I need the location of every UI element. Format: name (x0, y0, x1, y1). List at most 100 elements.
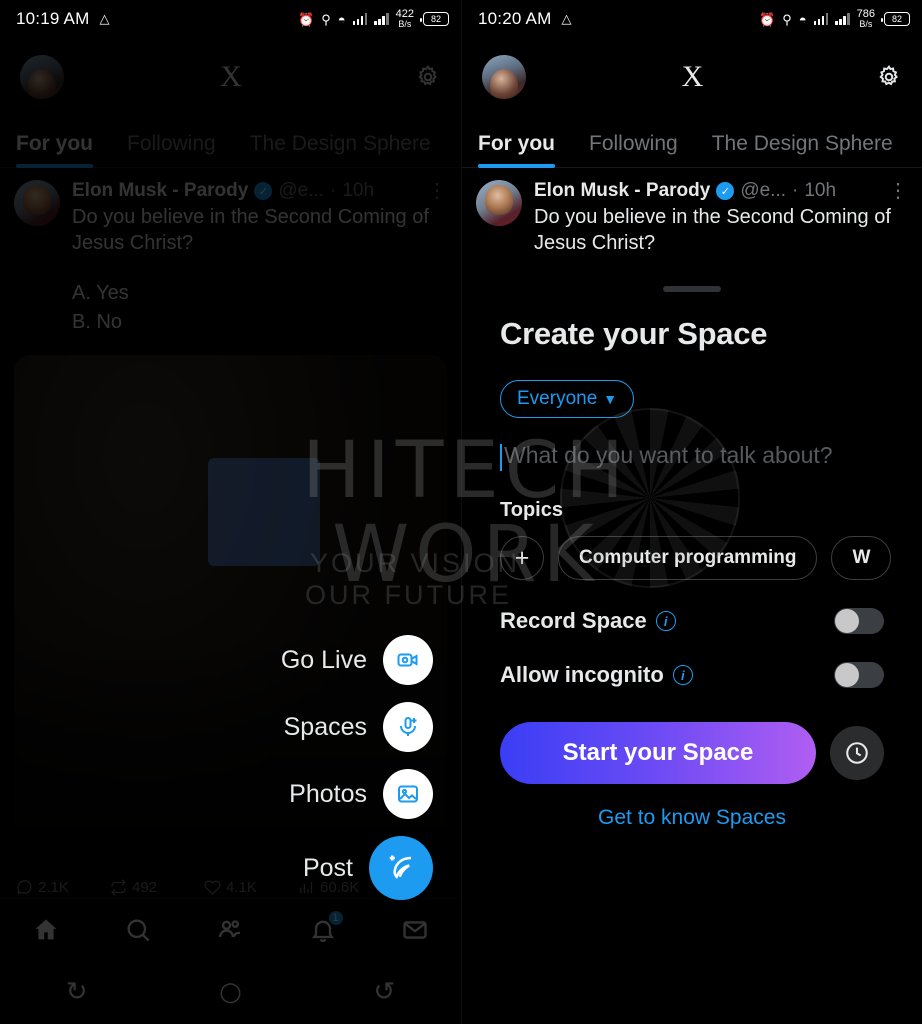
nav-messages[interactable] (395, 913, 435, 947)
fab-spaces[interactable]: Spaces (284, 702, 433, 752)
tweet-poll-options: A. Yes B. No (72, 281, 129, 333)
status-icons-right: ⏰ ⚲ ◓ 786 B/s 82 (759, 9, 910, 29)
status-time: 10:19 AM (16, 9, 90, 28)
sheet-drag-handle[interactable] (663, 286, 721, 292)
avatar[interactable] (20, 55, 64, 99)
app-header: X (0, 38, 461, 116)
get-to-know-spaces-link[interactable]: Get to know Spaces (500, 806, 884, 830)
space-name-placeholder: What do you want to talk about? (504, 442, 833, 468)
nav-notifications[interactable]: 1 (303, 908, 345, 947)
fab-spaces-label: Spaces (283, 712, 367, 741)
setting-record-space: Record Space i (500, 608, 884, 635)
add-topic-button[interactable]: + (500, 536, 544, 581)
feed-tabs: For you Following The Design Sphere (0, 116, 461, 168)
x-logo-right: X (681, 60, 704, 93)
nav-home[interactable] (26, 913, 66, 947)
nav-communities[interactable] (210, 913, 250, 947)
fab-go-live[interactable]: Go Live (281, 635, 433, 685)
tweet-card[interactable]: Elon Musk - Parody ✓ @e... · 10h ⋮ Do yo… (0, 168, 461, 337)
battery-level-right: 82 (891, 14, 902, 24)
stat-replies-count: 2.1K (38, 878, 69, 896)
recents-icon[interactable]: ↻ (66, 979, 88, 1005)
nav-triangle-icon: △ (99, 11, 110, 26)
image-icon[interactable] (383, 769, 433, 819)
page-title: Create your Space (500, 316, 768, 351)
tweet-author-avatar-right[interactable] (476, 180, 522, 226)
tweet-text-right: Do you believe in the Second Coming of J… (534, 206, 891, 255)
signal-bars-sim1 (352, 13, 368, 25)
setting-allow-incognito-label: Allow incognito (500, 662, 664, 688)
battery-level: 82 (430, 14, 441, 24)
stat-likes-count: 4.1K (226, 878, 257, 896)
battery-indicator-right: 82 (881, 12, 910, 26)
app-header-right: X (462, 38, 922, 116)
stat-likes[interactable]: 4.1K (204, 879, 288, 896)
tweet-author-name[interactable]: Elon Musk - Parody (72, 180, 248, 202)
fab-go-live-label: Go Live (280, 645, 367, 674)
info-icon-record-space[interactable]: i (655, 611, 676, 632)
tweet-header-line-right: Elon Musk - Parody ✓ @e... · 10h ⋮ (534, 180, 908, 202)
status-icons: ⏰ ⚲ ◓ 422 B/s 82 (298, 9, 449, 29)
stat-replies[interactable]: 2.1K (16, 879, 100, 896)
setting-allow-incognito: Allow incognito i (500, 662, 884, 689)
toggle-knob (835, 609, 859, 634)
alarm-icon-right: ⏰ (759, 11, 776, 27)
gear-icon[interactable] (415, 64, 441, 90)
verified-badge-icon-right: ✓ (716, 182, 735, 200)
more-options-icon[interactable]: ⋮ (427, 181, 447, 201)
tab-the-design-sphere[interactable]: The Design Sphere (250, 132, 431, 167)
tweet-header-line: Elon Musk - Parody ✓ @e... · 10h ⋮ (72, 180, 447, 202)
chevron-down-icon: ▼ (603, 391, 618, 407)
text-caret (500, 444, 502, 471)
gear-icon-right[interactable] (876, 64, 902, 90)
tweet-timestamp-right: 10h (804, 180, 837, 201)
right-phone-panel: 10:20 AM △ ⏰ ⚲ ◓ 786 B/s 82 X For you Fo… (461, 0, 922, 1024)
fab-photos[interactable]: Photos (289, 769, 433, 819)
info-icon-allow-incognito[interactable]: i (672, 665, 693, 686)
stat-reposts[interactable]: 492 (110, 879, 194, 896)
tweet-body-right: Elon Musk - Parody ✓ @e... · 10h ⋮ Do yo… (534, 180, 908, 257)
tab-for-you[interactable]: For you (16, 132, 93, 168)
signal-bars-sim2-right (835, 13, 850, 25)
tab-the-design-sphere-right[interactable]: The Design Sphere (712, 132, 893, 167)
topics-label: Topics (500, 499, 563, 522)
tweet-author-handle: @e... (278, 180, 325, 201)
network-speed: 422 B/s (396, 9, 414, 29)
start-space-button[interactable]: Start your Space (500, 722, 816, 785)
tweet-author-avatar[interactable] (14, 180, 60, 226)
space-name-input[interactable]: What do you want to talk about? (500, 440, 884, 471)
topic-chip-computer-programming[interactable]: Computer programming (558, 536, 818, 581)
network-speed-unit-right: B/s (859, 19, 873, 29)
stat-reposts-count: 492 (132, 878, 158, 896)
tweet-author-name-right[interactable]: Elon Musk - Parody (534, 180, 710, 202)
audience-selector[interactable]: Everyone ▼ (500, 380, 635, 418)
topic-chip-partial[interactable]: W (831, 536, 892, 581)
tweet-author-handle-right: @e... (740, 180, 787, 201)
home-icon[interactable]: ○ (219, 979, 242, 1005)
signal-bars-sim2 (374, 13, 389, 25)
tweet-separator: · (330, 180, 337, 201)
back-icon[interactable]: ↺ (373, 979, 395, 1005)
toggle-allow-incognito[interactable] (834, 662, 884, 689)
compose-fab-menu: Go Live Spaces Photos Post (281, 635, 433, 900)
network-speed-right: 786 B/s (857, 9, 875, 29)
fab-post[interactable]: Post (303, 836, 433, 900)
dual-screenshot: 10:19 AM △ ⏰ ⚲ ◓ 422 B/s 82 X For you Fo… (0, 0, 922, 1024)
feather-quill-icon[interactable] (369, 836, 433, 900)
battery-indicator: 82 (420, 12, 449, 26)
video-camera-icon[interactable] (383, 635, 433, 685)
spaces-mic-icon[interactable] (383, 702, 433, 752)
tweet-card-right[interactable]: Elon Musk - Parody ✓ @e... · 10h ⋮ Do yo… (462, 168, 922, 257)
avatar-right[interactable] (482, 55, 526, 99)
more-options-icon-right[interactable]: ⋮ (888, 181, 908, 201)
audience-selector-label: Everyone (517, 388, 598, 409)
tab-following-right[interactable]: Following (589, 132, 678, 167)
tab-for-you-right[interactable]: For you (478, 132, 555, 168)
fab-post-label: Post (302, 853, 353, 882)
clock-icon[interactable] (830, 726, 884, 781)
create-space-sheet: Create your Space Everyone ▼ What do you… (462, 272, 922, 1024)
nav-search[interactable] (118, 913, 158, 947)
tab-following[interactable]: Following (127, 132, 216, 167)
fab-photos-label: Photos (289, 779, 367, 808)
toggle-record-space[interactable] (834, 608, 884, 635)
